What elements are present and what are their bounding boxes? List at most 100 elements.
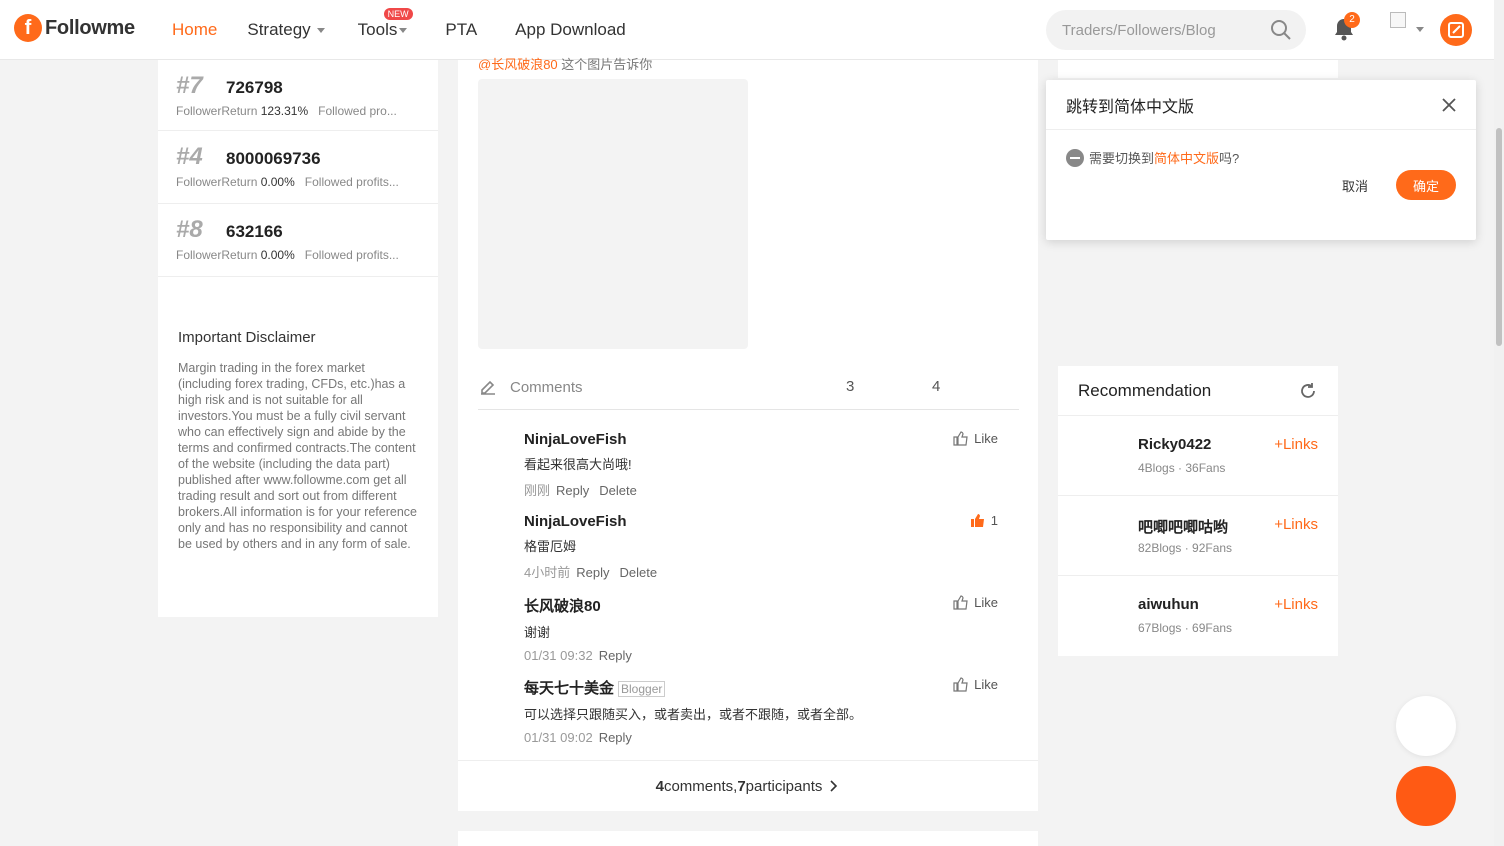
write-comment-icon[interactable]: [478, 377, 498, 397]
comment-username-row: 每天七十美金 Blogger: [524, 677, 1018, 698]
delete-button[interactable]: Delete: [599, 483, 637, 498]
comment-meta: 刚刚 Reply Delete: [524, 480, 1018, 499]
recommended-user-name[interactable]: Ricky0422: [1138, 436, 1211, 453]
participants-word: participants: [745, 777, 823, 795]
comment-username[interactable]: NinjaLoveFish: [524, 431, 1018, 448]
like-button[interactable]: Like: [953, 595, 998, 610]
reply-button[interactable]: Reply: [599, 648, 632, 663]
recommendation-item: aiwuhun 67Blogs · 69Fans +Links: [1058, 576, 1338, 656]
rank-note: Followed pro...: [318, 104, 397, 118]
participants-number: 7: [737, 777, 746, 795]
disclaimer-text: Margin trading in the forex market (incl…: [178, 361, 417, 551]
popup-text-post: 吗?: [1219, 151, 1240, 166]
comment-item: NinjaLoveFish 格雷厄姆 4小时前 Reply Delete 1: [524, 513, 1018, 581]
comment-text: 可以选择只跟随买入，或者卖出，或者不跟随，或者全部。: [524, 707, 863, 722]
comment-meta: 01/31 09:02 Reply: [524, 730, 1018, 745]
ranking-row[interactable]: #8 632166 FollowerReturn 0.00% Followed p…: [158, 204, 438, 277]
scrollbar-thumb[interactable]: [1496, 128, 1502, 346]
thumbs-up-icon: [953, 677, 968, 692]
rank-meta: FollowerReturn 0.00% Followed profits...: [176, 248, 420, 262]
blogger-tag: Blogger: [618, 681, 666, 697]
scrollbar-track[interactable]: [1494, 0, 1504, 846]
back-to-top-button[interactable]: [1396, 696, 1456, 756]
rank-number: #8: [176, 216, 203, 243]
recommended-user-name[interactable]: aiwuhun: [1138, 596, 1199, 613]
like-label: Like: [974, 431, 998, 446]
comments-summary-link[interactable]: 4 comments, 7 participants: [458, 760, 1038, 811]
follow-link-button[interactable]: +Links: [1274, 516, 1318, 533]
post-image[interactable]: [478, 79, 748, 349]
nav-app-download[interactable]: App Download: [515, 20, 626, 40]
recommended-user-name[interactable]: 吧唧吧唧咕哟: [1138, 516, 1228, 537]
plus-icon: +: [1274, 596, 1283, 613]
mention-link[interactable]: @长风破浪80: [478, 57, 558, 70]
delete-button[interactable]: Delete: [619, 565, 657, 580]
comment-item: NinjaLoveFish 看起来很高大尚哦! 刚刚 Reply Delete Li…: [524, 431, 1018, 499]
comment-username[interactable]: 长风破浪80: [524, 595, 1018, 616]
nav-home[interactable]: Home: [172, 20, 217, 40]
like-button[interactable]: Like: [953, 677, 998, 692]
nav-strategy[interactable]: Strategy: [247, 20, 325, 40]
comments-number: 4: [655, 777, 664, 795]
follow-link-label: Links: [1282, 596, 1318, 613]
return-value: 0.00%: [260, 175, 295, 189]
new-badge: NEW: [383, 8, 413, 20]
comment-item: 每天七十美金 Blogger 可以选择只跟随买入，或者卖出，或者不跟随，或者全部。…: [524, 677, 1018, 745]
follow-link-button[interactable]: +Links: [1274, 436, 1318, 453]
return-label: Return: [221, 175, 258, 189]
ranking-row[interactable]: #4 8000069736 FollowerReturn 0.00% Follow…: [158, 131, 438, 204]
trader-id: 632166: [226, 222, 283, 241]
ranking-row[interactable]: #7 726798 FollowerReturn 123.31% Followed…: [158, 60, 438, 131]
like-button[interactable]: Like: [953, 431, 998, 446]
brand-name: Followme: [45, 16, 135, 39]
brand-logo[interactable]: f Followme: [14, 14, 135, 42]
close-icon[interactable]: [1442, 97, 1456, 112]
search-input[interactable]: [1062, 21, 1270, 39]
reply-button[interactable]: Reply: [599, 730, 632, 745]
popup-text-highlight: 简体中文版: [1154, 151, 1220, 166]
refresh-icon[interactable]: [1298, 381, 1318, 401]
return-label: Return: [221, 248, 258, 262]
next-post-card: [458, 831, 1038, 846]
chevron-down-icon[interactable]: [1416, 27, 1424, 32]
follow-link-label: Links: [1282, 436, 1318, 453]
comments-count-b[interactable]: 4: [932, 378, 940, 395]
right-card-top: [1058, 60, 1338, 78]
comment-text: 看起来很高大尚哦!: [524, 457, 632, 472]
write-post-button[interactable]: [1440, 14, 1472, 46]
like-label: Like: [974, 677, 998, 692]
rank-note: Followed profits...: [304, 175, 399, 189]
cancel-button[interactable]: 取消: [1342, 176, 1368, 195]
comments-bar: Comments 3 4: [478, 365, 1019, 410]
plus-icon: +: [1274, 436, 1283, 453]
comment-username[interactable]: 每天七十美金: [524, 680, 614, 697]
nav-strategy-label: Strategy: [247, 20, 311, 39]
like-button[interactable]: 1: [970, 513, 998, 528]
comments-count-a[interactable]: 3: [846, 378, 854, 395]
confirm-button[interactable]: 确定: [1396, 170, 1456, 200]
chevron-down-icon: [399, 28, 408, 34]
follow-link-button[interactable]: +Links: [1274, 596, 1318, 613]
recommendation-panel: Recommendation Ricky0422 4Blogs · 36Fans…: [1058, 366, 1338, 656]
return-value: 123.31%: [260, 104, 309, 118]
user-avatar[interactable]: [1390, 12, 1406, 28]
recommended-user-stats: 67Blogs · 69Fans: [1138, 621, 1233, 635]
recommendation-header: Recommendation: [1058, 366, 1338, 416]
thumbs-up-filled-icon: [970, 514, 984, 527]
trader-id: 8000069736: [226, 149, 321, 168]
comment-meta: 01/31 09:32 Reply: [524, 648, 1018, 663]
recommendation-title: Recommendation: [1078, 380, 1212, 400]
nav-tools[interactable]: Tools NEW: [358, 8, 413, 40]
search-icon[interactable]: [1270, 19, 1292, 41]
comments-label[interactable]: Comments: [510, 379, 583, 396]
recommendation-item: 吧唧吧唧咕哟 82Blogs · 92Fans +Links: [1058, 496, 1338, 576]
reply-button[interactable]: Reply: [576, 565, 609, 580]
floating-action-button[interactable]: [1396, 766, 1456, 826]
reply-button[interactable]: Reply: [556, 483, 589, 498]
top-header: f Followme Home Strategy Tools NEW PTA Ap…: [0, 0, 1494, 60]
recommended-user-stats: 82Blogs · 92Fans: [1138, 541, 1233, 555]
comment-username[interactable]: NinjaLoveFish: [524, 513, 1018, 530]
comment-text: 格雷厄姆: [524, 539, 577, 554]
nav-pta[interactable]: PTA: [445, 20, 477, 40]
thumbs-up-icon: [953, 431, 968, 446]
